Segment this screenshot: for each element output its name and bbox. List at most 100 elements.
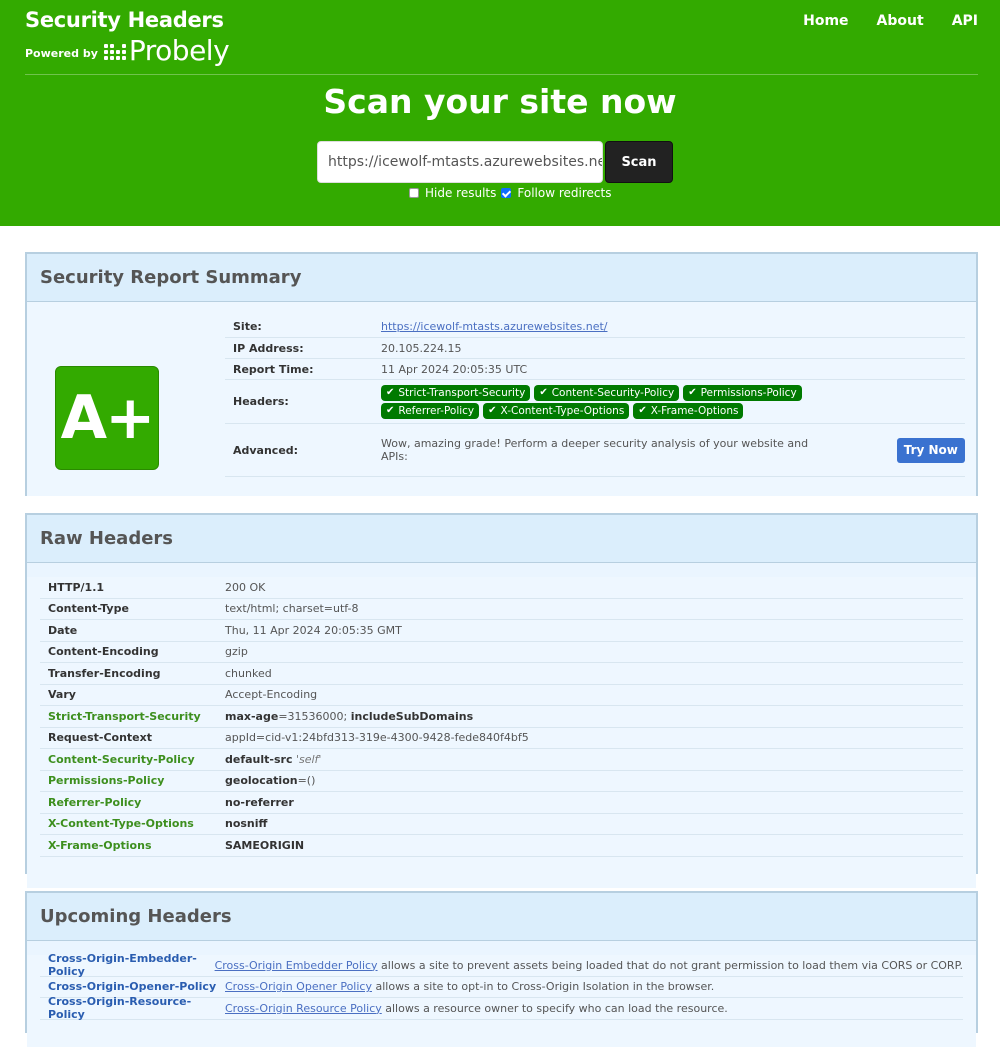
summary-row-advanced: Advanced: Wow, amazing grade! Perform a … [225, 424, 965, 477]
summary-row-site: Site: https://icewolf-mtasts.azurewebsit… [225, 316, 965, 338]
upcoming-header-description: Cross-Origin Resource Policy allows a re… [225, 1002, 963, 1015]
upcoming-header-text: allows a site to prevent assets being lo… [377, 958, 963, 972]
header-badge: ✔ X-Content-Type-Options [483, 402, 630, 419]
check-icon: ✔ [539, 387, 548, 398]
upcoming-headers-title: Upcoming Headers [27, 893, 976, 941]
raw-headers-table: HTTP/1.1 200 OK Content-Type text/html; cha… [40, 577, 963, 857]
table-row: Vary Accept-Encoding [40, 685, 963, 706]
check-icon: ✔ [688, 387, 697, 398]
badge-label: Content-Security-Policy [551, 386, 675, 399]
header-value: Accept-Encoding [225, 688, 318, 702]
probely-logo-icon [103, 44, 126, 60]
badge-label: X-Content-Type-Options [500, 404, 625, 417]
upcoming-header-name: Cross-Origin-Resource-Policy [48, 995, 192, 1022]
summary-row-headers: Headers: ✔ Strict-Transport-Security ✔ Cont… [225, 380, 965, 424]
header-value: default-src 'self' [225, 753, 963, 766]
scan-options: Hide results Follow redirects [409, 186, 616, 200]
upcoming-header-text: allows a site to opt-in to Cross-Origin … [371, 980, 715, 994]
header-name: X-Content-Type-Options [48, 817, 194, 831]
header-badge: ✔ Strict-Transport-Security [381, 384, 531, 401]
header-name: HTTP/1.1 [48, 580, 105, 594]
header-name: Permissions-Policy [48, 774, 165, 788]
upcoming-header-description: Cross-Origin Embedder Policy allows a si… [215, 959, 963, 972]
header-name: Transfer-Encoding [48, 666, 161, 680]
follow-redirects-label: Follow redirects [517, 186, 612, 200]
hide-results-checkbox[interactable] [409, 188, 419, 198]
header-directive: no-referrer [225, 795, 294, 809]
report-time-value: 11 Apr 2024 20:05:35 UTC [381, 362, 528, 376]
url-input[interactable]: https://icewolf-mtasts.azurewebsites.net [317, 141, 603, 183]
nav-home[interactable]: Home [803, 13, 848, 29]
summary-body: A+ Site: https://icewolf-mtasts.azureweb… [27, 302, 976, 496]
raw-headers-title: Raw Headers [27, 515, 976, 563]
ip-value: 20.105.224.15 [381, 341, 462, 355]
upcoming-header-description: Cross-Origin Opener Policy allows a site… [225, 980, 963, 993]
badge-label: X-Frame-Options [650, 404, 739, 417]
header-badges: ✔ Strict-Transport-Security ✔ Content-Secur… [381, 384, 881, 419]
table-row: Content-Type text/html; charset=utf-8 [40, 599, 963, 620]
header-name: Referrer-Policy [48, 795, 142, 809]
check-icon: ✔ [638, 405, 647, 416]
upcoming-header-link[interactable]: Cross-Origin Opener Policy [225, 980, 372, 993]
table-row: Cross-Origin-Resource-Policy Cross-Origin… [40, 995, 963, 1022]
upcoming-headers-table: Cross-Origin-Embedder-Policy Cross-Origin… [40, 952, 963, 1022]
powered-by: Powered by Probely [25, 36, 230, 66]
header-name: Vary [48, 688, 76, 702]
header-name: X-Frame-Options [48, 838, 152, 852]
raw-headers-panel: Raw Headers HTTP/1.1 200 OK Content-Type te… [25, 513, 978, 888]
summary-row-ip: IP Address: 20.105.224.15 [225, 338, 965, 359]
scan-heading: Scan your site now [323, 82, 677, 121]
try-now-button[interactable]: Try Now [896, 437, 965, 463]
header-directive-extra: 'self' [295, 752, 322, 766]
scan-button[interactable]: Scan [605, 141, 673, 183]
header-name: Content-Encoding [48, 645, 159, 659]
nav-api[interactable]: API [952, 13, 978, 29]
upcoming-header-name: Cross-Origin-Opener-Policy [48, 980, 217, 994]
upcoming-header-link[interactable]: Cross-Origin Embedder Policy [215, 959, 378, 972]
check-icon: ✔ [488, 405, 497, 416]
grade-badge: A+ [55, 366, 159, 470]
site-title[interactable]: Security Headers [25, 8, 224, 32]
summary-panel: Security Report Summary A+ Site: https:/… [25, 252, 978, 496]
site-link[interactable]: https://icewolf-mtasts.azurewebsites.net… [381, 320, 608, 333]
header-value: geolocation=() [225, 774, 963, 787]
header-directive-value: =() [297, 774, 316, 788]
header-value: chunked [225, 666, 272, 680]
upcoming-headers-panel: Upcoming Headers Cross-Origin-Embedder-P… [25, 891, 978, 1047]
headers-label: Headers: [233, 395, 289, 408]
table-row: Cross-Origin-Embedder-Policy Cross-Origin… [40, 952, 963, 978]
table-row: Content-Encoding gzip [40, 642, 963, 663]
table-row: Date Thu, 11 Apr 2024 20:05:35 GMT [40, 620, 963, 642]
follow-redirects-option[interactable]: Follow redirects [501, 186, 611, 200]
summary-table: Site: https://icewolf-mtasts.azurewebsit… [225, 316, 965, 477]
badge-label: Strict-Transport-Security [398, 386, 526, 399]
header-value: SAMEORIGIN [225, 839, 963, 852]
header-badge: ✔ X-Frame-Options [633, 402, 744, 419]
hide-results-option[interactable]: Hide results [409, 186, 496, 200]
header-directive-value: =31536000; [278, 709, 351, 723]
scan-form: https://icewolf-mtasts.azurewebsites.net… [317, 141, 673, 183]
header-value: no-referrer [225, 796, 963, 809]
header-name: Content-Type [48, 602, 129, 616]
summary-title: Security Report Summary [27, 254, 976, 302]
header-name: Request-Context [48, 731, 153, 745]
header-directive: SAMEORIGIN [225, 838, 305, 852]
header-name: Content-Security-Policy [48, 752, 195, 766]
upcoming-header-link[interactable]: Cross-Origin Resource Policy [225, 1002, 382, 1015]
header-directive: default-src [225, 752, 293, 766]
header-name: Date [48, 623, 78, 637]
probely-brand[interactable]: Probely [129, 36, 230, 66]
top-nav: Home About API [803, 13, 978, 29]
check-icon: ✔ [386, 405, 395, 416]
table-row: X-Frame-Options SAMEORIGIN [40, 835, 963, 857]
divider [25, 74, 978, 75]
header-value: max-age=31536000; includeSubDomains [225, 710, 963, 723]
summary-row-time: Report Time: 11 Apr 2024 20:05:35 UTC [225, 359, 965, 380]
follow-redirects-checkbox[interactable] [501, 188, 512, 198]
header-directive: max-age [225, 709, 279, 723]
header-value: 200 OK [225, 580, 266, 594]
nav-about[interactable]: About [877, 13, 924, 29]
upcoming-header-text: allows a resource owner to specify who c… [381, 1001, 728, 1015]
header-directive: geolocation [225, 774, 298, 788]
header-value: appId=cid-v1:24bfd313-319e-4300-9428-fed… [225, 731, 529, 745]
